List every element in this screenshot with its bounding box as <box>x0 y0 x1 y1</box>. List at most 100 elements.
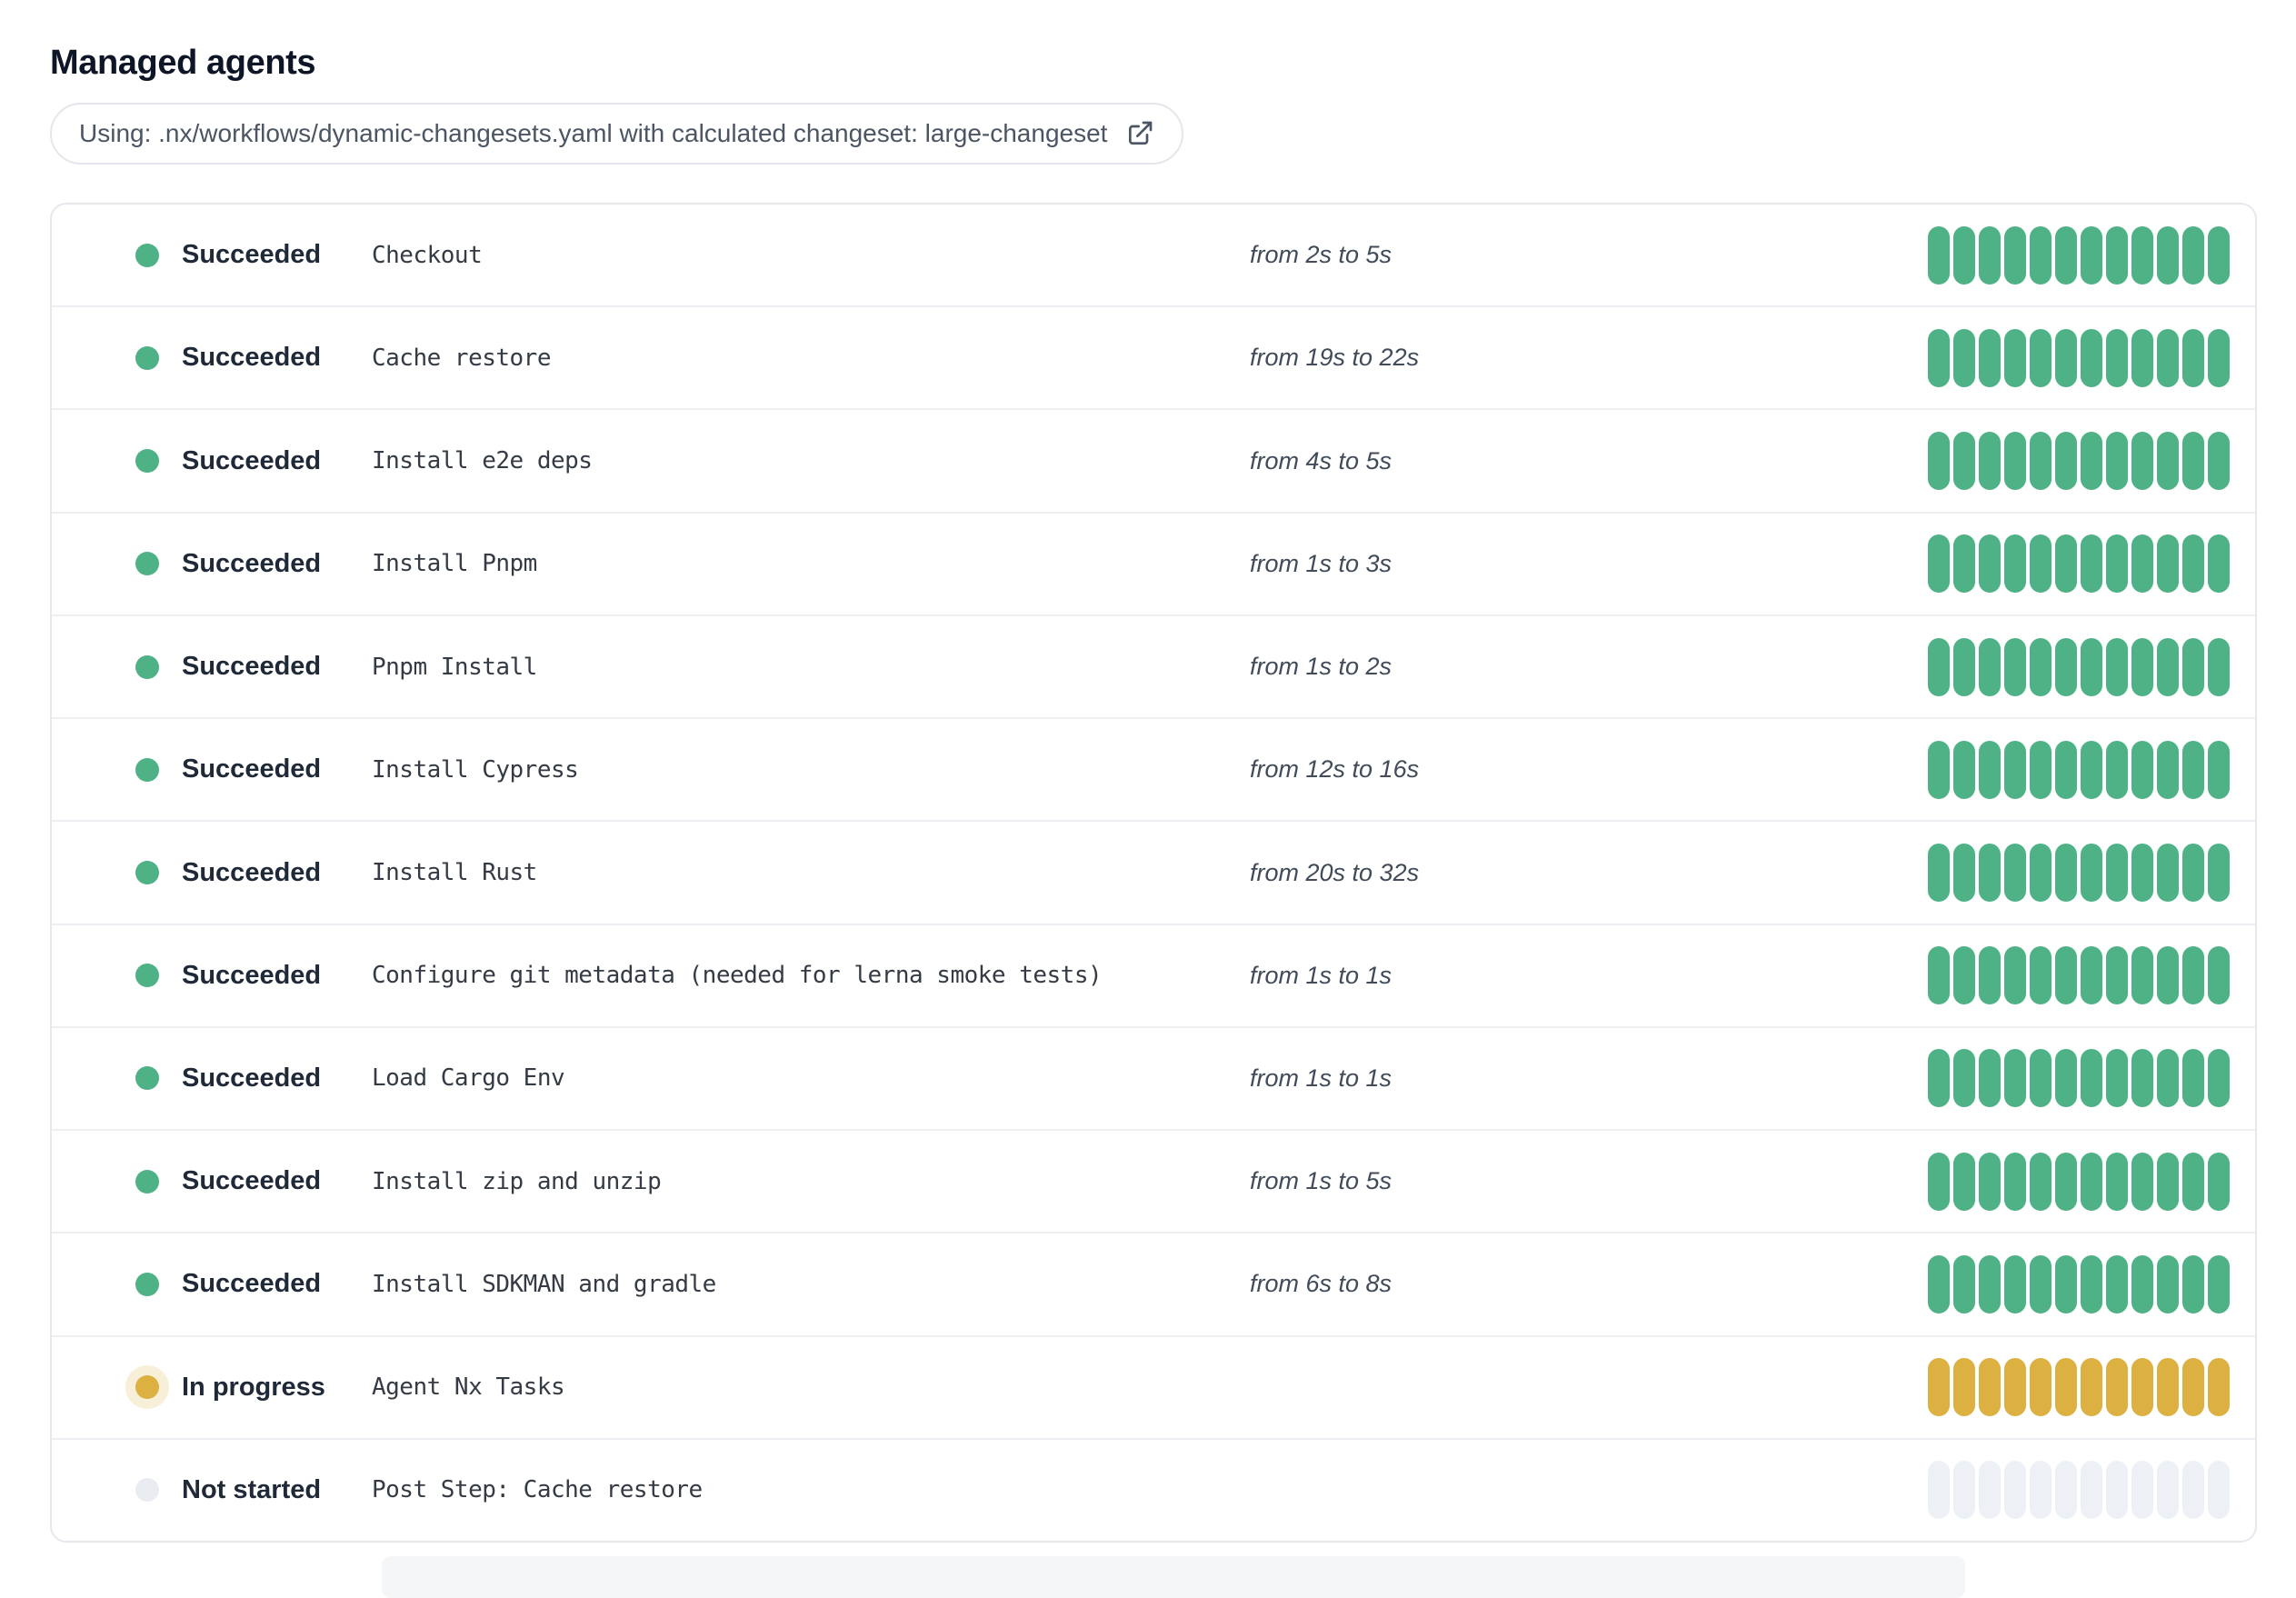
external-link-icon[interactable] <box>1125 119 1154 148</box>
agent-bar[interactable] <box>2208 534 2230 594</box>
agent-bar[interactable] <box>1979 328 2001 387</box>
agent-bar[interactable] <box>2004 328 2026 387</box>
agent-bar[interactable] <box>2106 1152 2128 1211</box>
agent-bar[interactable] <box>2055 534 2077 594</box>
agent-bar[interactable] <box>2131 1152 2153 1211</box>
agent-bar[interactable] <box>1953 1254 1975 1313</box>
agent-bar[interactable] <box>2081 534 2102 594</box>
agent-bar[interactable] <box>2208 1254 2230 1313</box>
agent-bar[interactable] <box>1979 225 2001 285</box>
agent-bar[interactable] <box>2055 1254 2077 1313</box>
agent-bar[interactable] <box>2055 946 2077 1005</box>
agent-bar[interactable] <box>1928 844 1950 903</box>
agent-bar[interactable] <box>1953 1049 1975 1108</box>
agent-bar[interactable] <box>1979 1049 2001 1108</box>
agent-bar[interactable] <box>2157 1358 2179 1417</box>
agent-bar[interactable] <box>2182 1152 2204 1211</box>
agent-bar[interactable] <box>2030 534 2051 594</box>
agent-bar[interactable] <box>2131 1254 2153 1313</box>
agent-bar[interactable] <box>2157 1461 2179 1520</box>
agent-bar[interactable] <box>2081 1049 2102 1108</box>
step-row[interactable]: Succeeded Install Cypress from 12s to 16… <box>52 717 2255 820</box>
agent-bar[interactable] <box>2030 1049 2051 1108</box>
agent-bar[interactable] <box>2081 740 2102 799</box>
agent-bar[interactable] <box>2106 1461 2128 1520</box>
agent-bar[interactable] <box>2030 1254 2051 1313</box>
agent-bar[interactable] <box>2157 1152 2179 1211</box>
agent-bar[interactable] <box>2081 1254 2102 1313</box>
agent-bar[interactable] <box>2131 844 2153 903</box>
agent-bar[interactable] <box>1979 1358 2001 1417</box>
agent-bar[interactable] <box>1953 1461 1975 1520</box>
agent-bar[interactable] <box>1928 432 1950 491</box>
agent-bar[interactable] <box>1979 1152 2001 1211</box>
agent-bar[interactable] <box>2182 225 2204 285</box>
step-row[interactable]: Succeeded Install Rust from 20s to 32s <box>52 820 2255 923</box>
agent-bar[interactable] <box>2106 1254 2128 1313</box>
agent-bar[interactable] <box>2157 740 2179 799</box>
agent-bar[interactable] <box>2004 225 2026 285</box>
agent-bar[interactable] <box>1953 534 1975 594</box>
agent-bar[interactable] <box>2208 1461 2230 1520</box>
agent-bar[interactable] <box>2131 1461 2153 1520</box>
agent-bar[interactable] <box>2055 1461 2077 1520</box>
agent-bar[interactable] <box>2106 637 2128 696</box>
agent-bar[interactable] <box>2157 534 2179 594</box>
agent-bar[interactable] <box>2030 1461 2051 1520</box>
agent-bar[interactable] <box>2182 1049 2204 1108</box>
agent-bar[interactable] <box>1928 1358 1950 1417</box>
agent-bar[interactable] <box>2208 740 2230 799</box>
agent-bar[interactable] <box>2208 1049 2230 1108</box>
agent-bar[interactable] <box>1979 1254 2001 1313</box>
agent-bar[interactable] <box>2131 946 2153 1005</box>
agent-bar[interactable] <box>2055 637 2077 696</box>
agent-bar[interactable] <box>2030 637 2051 696</box>
agent-bar[interactable] <box>1979 637 2001 696</box>
step-row[interactable]: Succeeded Install SDKMAN and gradle from… <box>52 1232 2255 1334</box>
agent-bar[interactable] <box>2157 637 2179 696</box>
agent-bar[interactable] <box>2106 740 2128 799</box>
agent-bar[interactable] <box>2106 1358 2128 1417</box>
agent-bar[interactable] <box>1979 534 2001 594</box>
agent-bar[interactable] <box>2131 534 2153 594</box>
agent-bar[interactable] <box>2208 946 2230 1005</box>
agent-bar[interactable] <box>2004 637 2026 696</box>
agent-bar[interactable] <box>2208 1358 2230 1417</box>
agent-bar[interactable] <box>2182 534 2204 594</box>
agent-bar[interactable] <box>1953 637 1975 696</box>
agent-bar[interactable] <box>2004 844 2026 903</box>
agent-bar[interactable] <box>1953 844 1975 903</box>
agent-bar[interactable] <box>2106 1049 2128 1108</box>
agent-bar[interactable] <box>1979 1461 2001 1520</box>
agent-bar[interactable] <box>2131 1358 2153 1417</box>
agent-bar[interactable] <box>2106 432 2128 491</box>
agent-bar[interactable] <box>2030 432 2051 491</box>
agent-bar[interactable] <box>1928 637 1950 696</box>
agent-bar[interactable] <box>2004 1461 2026 1520</box>
agent-bar[interactable] <box>2030 1152 2051 1211</box>
agent-bar[interactable] <box>2004 1254 2026 1313</box>
agent-bar[interactable] <box>1953 225 1975 285</box>
agent-bar[interactable] <box>2106 946 2128 1005</box>
agent-bar[interactable] <box>2182 637 2204 696</box>
agent-bar[interactable] <box>1928 1049 1950 1108</box>
agent-bar[interactable] <box>1953 946 1975 1005</box>
agent-bar[interactable] <box>1979 844 2001 903</box>
agent-bar[interactable] <box>2081 946 2102 1005</box>
agent-bar[interactable] <box>2157 225 2179 285</box>
agent-bar[interactable] <box>1953 1358 1975 1417</box>
step-row[interactable]: Succeeded Install zip and unzip from 1s … <box>52 1129 2255 1232</box>
step-row[interactable]: In progress Agent Nx Tasks <box>52 1334 2255 1438</box>
agent-bar[interactable] <box>2106 844 2128 903</box>
agent-bar[interactable] <box>2208 225 2230 285</box>
agent-bar[interactable] <box>2055 1152 2077 1211</box>
agent-bar[interactable] <box>2208 1152 2230 1211</box>
agent-bar[interactable] <box>2004 946 2026 1005</box>
agent-bar[interactable] <box>1928 740 1950 799</box>
agent-bar[interactable] <box>1953 740 1975 799</box>
agent-bar[interactable] <box>2055 225 2077 285</box>
step-row[interactable]: Succeeded Install Pnpm from 1s to 3s <box>52 511 2255 614</box>
agent-bar[interactable] <box>2004 1049 2026 1108</box>
agent-bar[interactable] <box>2106 534 2128 594</box>
agent-bar[interactable] <box>1979 740 2001 799</box>
